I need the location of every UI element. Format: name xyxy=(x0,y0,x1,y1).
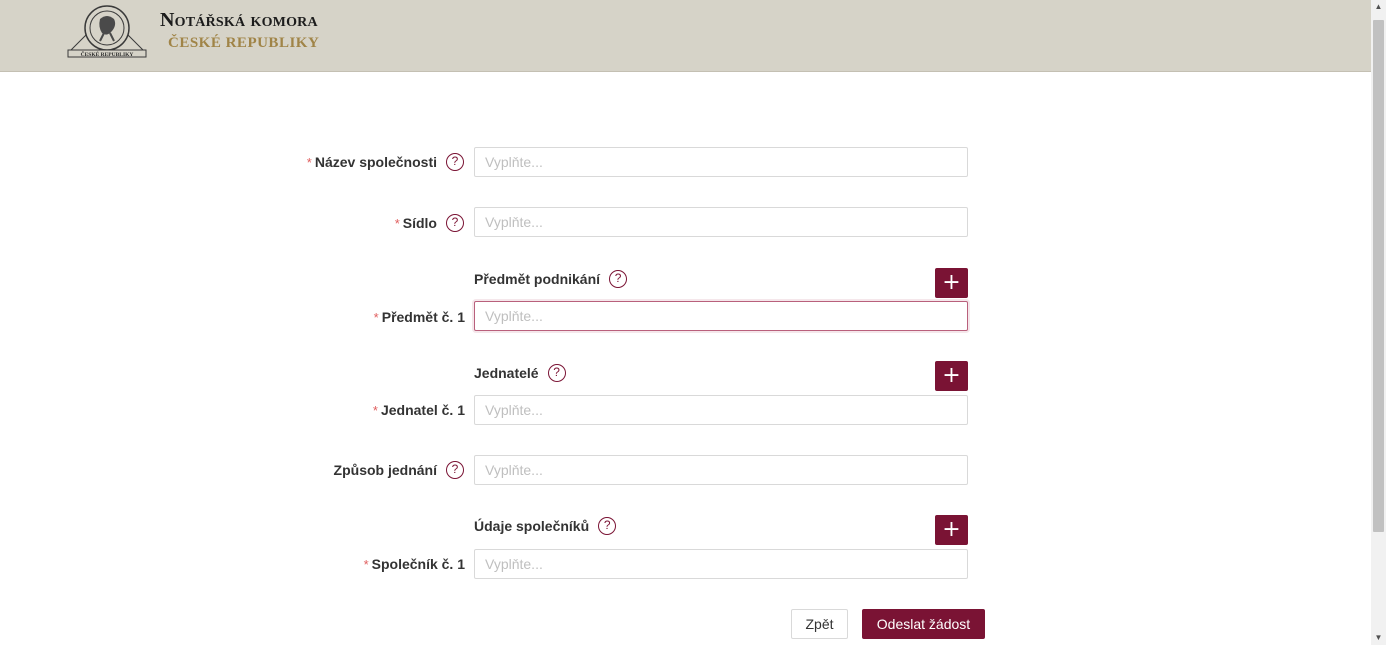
brand-title: Notářská komora xyxy=(160,9,318,31)
business-section-title-text: Předmět podnikání xyxy=(474,271,601,287)
executives-section-title: Jednatelé ? xyxy=(474,362,566,384)
add-business-item-button[interactable]: + xyxy=(935,268,968,298)
site-header: ČESKÉ REPUBLIKY Notářská komora ČESKÉ RE… xyxy=(0,0,1371,72)
acting-method-label: Způsob jednání ? xyxy=(334,459,464,481)
seat-label: * Sídlo ? xyxy=(395,212,464,234)
company-name-label: * Název společnosti ? xyxy=(307,151,464,173)
acting-method-input[interactable] xyxy=(474,455,968,485)
acting-method-label-text: Způsob jednání xyxy=(333,462,437,478)
help-icon[interactable]: ? xyxy=(446,153,464,171)
back-button[interactable]: Zpět xyxy=(791,609,848,639)
seat-input[interactable] xyxy=(474,207,968,237)
partners-section-title-text: Údaje společníků xyxy=(474,518,590,534)
scroll-up-arrow-icon[interactable]: ▲ xyxy=(1371,0,1386,14)
required-asterisk: * xyxy=(372,402,378,418)
add-partner-button[interactable]: + xyxy=(935,515,968,545)
business-section-title: Předmět podnikání ? xyxy=(474,268,628,290)
required-asterisk: * xyxy=(363,556,369,572)
help-icon[interactable]: ? xyxy=(609,270,628,288)
help-icon[interactable]: ? xyxy=(446,461,464,479)
submit-request-button[interactable]: Odeslat žádost xyxy=(862,609,985,639)
business-item-1-input[interactable] xyxy=(474,301,968,331)
required-asterisk: * xyxy=(306,154,312,170)
partner-1-label: * Společník č. 1 xyxy=(364,553,465,575)
help-icon[interactable]: ? xyxy=(598,517,617,535)
executive-1-label-text: Jednatel č. 1 xyxy=(380,402,465,418)
business-item-1-label: * Předmět č. 1 xyxy=(374,306,465,328)
partner-1-input[interactable] xyxy=(474,549,968,579)
executive-1-input[interactable] xyxy=(474,395,968,425)
partner-1-label-text: Společník č. 1 xyxy=(371,556,465,572)
company-name-label-text: Název společnosti xyxy=(314,154,437,170)
svg-text:ČESKÉ REPUBLIKY: ČESKÉ REPUBLIKY xyxy=(81,50,134,58)
brand-subtitle: ČESKÉ REPUBLIKY xyxy=(168,35,320,51)
seat-label-text: Sídlo xyxy=(402,215,437,231)
company-name-input[interactable] xyxy=(474,147,968,177)
help-icon[interactable]: ? xyxy=(547,364,566,382)
partners-section-title: Údaje společníků ? xyxy=(474,515,617,537)
business-item-1-label-text: Předmět č. 1 xyxy=(381,309,465,325)
scrollbar-thumb[interactable] xyxy=(1373,20,1384,532)
notary-chamber-seal-logo[interactable]: ČESKÉ REPUBLIKY xyxy=(64,3,150,59)
required-asterisk: * xyxy=(394,215,400,231)
executive-1-label: * Jednatel č. 1 xyxy=(373,399,465,421)
help-icon[interactable]: ? xyxy=(446,214,464,232)
required-asterisk: * xyxy=(373,309,379,325)
scroll-down-arrow-icon[interactable]: ▼ xyxy=(1371,631,1386,645)
executives-section-title-text: Jednatelé xyxy=(474,365,539,381)
add-executive-button[interactable]: + xyxy=(935,361,968,391)
